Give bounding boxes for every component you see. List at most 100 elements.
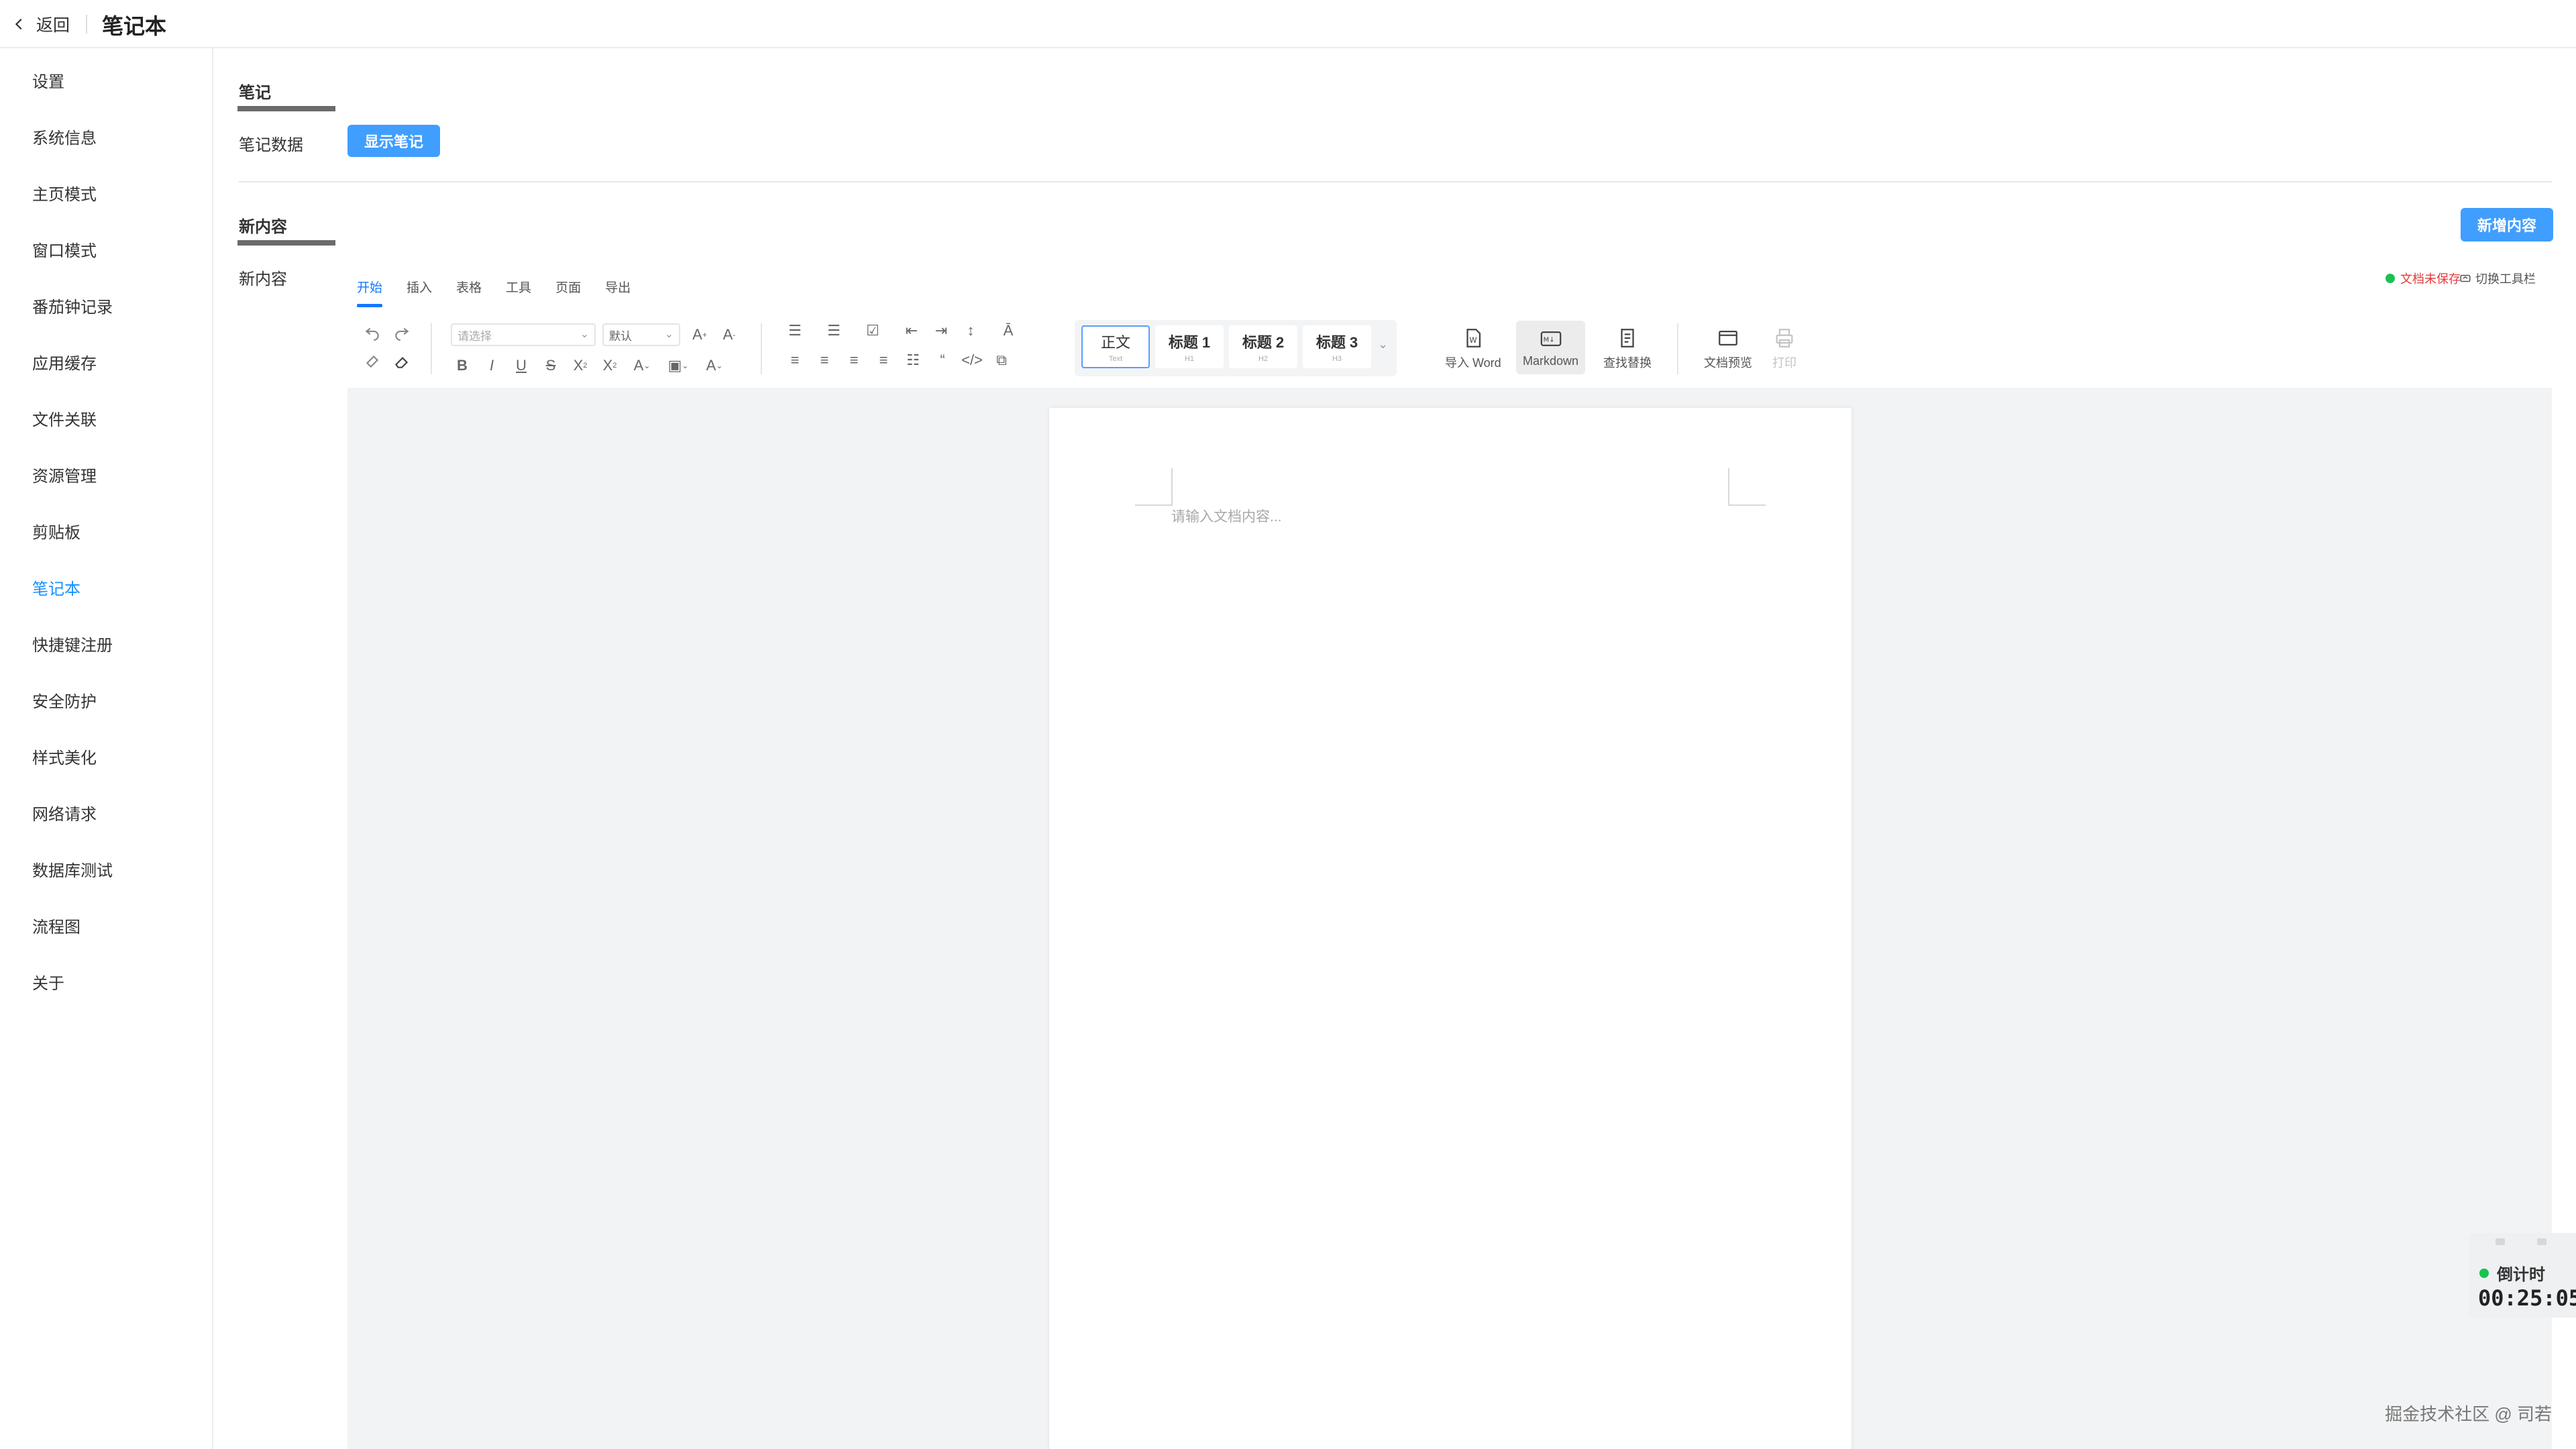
style-h1-title: 标题 1 [1168,334,1211,351]
align-justify-icon[interactable]: ≡ [872,349,895,372]
chevron-down-icon[interactable]: ⌄ [1378,337,1388,352]
top-bar: 返回 笔记本 [0,0,2576,48]
sidebar-item-pomodoro[interactable]: 番茄钟记录 [32,294,113,321]
tab-start[interactable]: 开始 [357,275,383,307]
preview-button[interactable]: 文档预览 [1704,327,1752,371]
code-icon[interactable]: </> [961,349,983,372]
subscript-icon[interactable]: X2 [569,354,592,377]
sidebar-item-resources[interactable]: 资源管理 [32,463,97,490]
sidebar-item-notebook[interactable]: 笔记本 [32,576,80,602]
back-button[interactable]: 返回 [12,12,70,36]
font-size-value: 默认 [609,329,632,343]
sidebar-item-network[interactable]: 网络请求 [32,801,97,828]
eraser-icon[interactable] [390,350,413,373]
font-size-select[interactable]: 默认 ⌄ [602,323,680,346]
bullet-list-icon[interactable]: ☰ [822,319,845,342]
import-word-label: 导入 Word [1445,356,1501,370]
style-text-sub: Text [1108,355,1123,363]
countdown-widget[interactable]: 倒计时 00:25:05 [2469,1233,2576,1318]
back-label: 返回 [36,15,70,35]
sidebar-item-settings[interactable]: 设置 [32,68,64,95]
quote-icon[interactable]: “ [931,349,954,372]
font-family-select[interactable]: 请选择 ⌄ [451,323,596,346]
sidebar: 设置 系统信息 主页模式 窗口模式 番茄钟记录 应用缓存 文件关联 资源管理 剪… [0,48,213,1449]
indent-decrease-icon[interactable]: ⇤ [900,319,923,342]
drag-handle-icon[interactable] [2496,1238,2505,1245]
preview-label: 文档预览 [1704,356,1752,370]
sidebar-item-clipboard[interactable]: 剪贴板 [32,519,80,546]
align-center-icon[interactable]: ≡ [813,349,836,372]
tab-tools[interactable]: 工具 [506,275,531,302]
sidebar-item-system-info[interactable]: 系统信息 [32,125,97,152]
sidebar-item-database[interactable]: 数据库测试 [32,857,113,884]
indent-increase-icon[interactable]: ⇥ [930,319,953,342]
toggle-toolbar-button[interactable]: 切换工具栏 [2459,268,2536,288]
font-grow-icon[interactable]: A + [688,323,711,346]
sidebar-item-shortcuts[interactable]: 快捷键注册 [32,632,113,659]
print-button[interactable]: 打印 [1772,327,1796,371]
sidebar-item-home-mode[interactable]: 主页模式 [32,181,97,208]
align-left-icon[interactable]: ≡ [784,349,806,372]
sidebar-item-window-mode[interactable]: 窗口模式 [32,237,97,264]
sidebar-item-styles[interactable]: 样式美化 [32,745,97,771]
markdown-button[interactable]: M↓ Markdown [1516,321,1586,374]
font-shrink-icon[interactable]: A- [718,323,741,346]
superscript-icon[interactable]: X2 [598,354,621,377]
format-painter-icon[interactable] [361,350,384,373]
drag-handle-icon[interactable] [2537,1238,2546,1245]
find-replace-button[interactable]: 查找替换 [1603,327,1652,371]
tab-page[interactable]: 页面 [555,275,581,302]
undo-icon[interactable] [361,321,384,343]
task-list-icon[interactable]: ☑ [861,319,884,342]
style-h2-sub: H2 [1258,355,1269,363]
page-title: 笔记本 [102,13,167,39]
font-family-placeholder: 请选择 [458,329,492,343]
sidebar-item-about[interactable]: 关于 [32,970,64,997]
highlight-icon[interactable]: ▣ ⌄ [667,354,690,377]
style-h3[interactable]: 标题 3 H3 [1303,325,1371,368]
margin-icon[interactable]: Ā [997,319,1020,342]
line-height-icon[interactable]: ↕ [959,319,982,342]
tab-insert[interactable]: 插入 [407,275,432,302]
underline-icon[interactable]: U [510,354,533,377]
svg-text:W: W [1469,335,1477,345]
find-replace-icon [1621,329,1634,347]
add-content-button[interactable]: 新增内容 [2461,208,2553,241]
notes-section-heading: 笔记 [239,83,271,102]
toggle-icon [2460,274,2471,282]
watermark: 掘金技术社区 @ 司若 [2385,1404,2552,1424]
style-h1[interactable]: 标题 1 H1 [1155,325,1224,368]
font-color-icon[interactable]: A ⌄ [631,354,653,377]
status-dot-icon [2479,1268,2489,1278]
bold-icon[interactable]: B [451,354,474,377]
align-distributed-icon[interactable]: ☷ [902,349,924,372]
new-content-underline [237,240,335,246]
style-h1-sub: H1 [1184,355,1195,363]
chevron-down-icon: ⌄ [664,329,674,340]
document-placeholder[interactable]: 请输入文档内容... [1171,506,1282,526]
sidebar-item-file-assoc[interactable]: 文件关联 [32,407,97,433]
sidebar-item-app-cache[interactable]: 应用缓存 [32,350,97,377]
find-replace-label: 查找替换 [1603,356,1652,370]
tab-table[interactable]: 表格 [456,275,482,302]
sidebar-item-security[interactable]: 安全防护 [32,688,97,715]
redo-icon[interactable] [390,321,413,343]
print-label: 打印 [1772,356,1796,370]
align-right-icon[interactable]: ≡ [843,349,865,372]
bg-color-icon[interactable]: A ⌄ [703,354,726,377]
strikethrough-icon[interactable]: S [539,354,562,377]
toolbar-separator [431,323,432,374]
select-all-icon[interactable]: ⧉ [990,349,1013,372]
style-gallery: 正文 Text 标题 1 H1 标题 2 H2 标题 3 H3 ⌄ [1075,320,1397,376]
import-word-button[interactable]: W 导入 Word [1445,327,1501,371]
tab-export[interactable]: 导出 [605,275,631,302]
show-notes-button[interactable]: 显示笔记 [347,125,440,157]
document-page[interactable] [1049,408,1851,1449]
save-status: 文档未保存 [2385,268,2461,288]
style-text[interactable]: 正文 Text [1081,325,1150,368]
preview-icon [1719,330,1737,346]
style-h2[interactable]: 标题 2 H2 [1229,325,1297,368]
sidebar-item-flowchart[interactable]: 流程图 [32,914,80,941]
italic-icon[interactable]: I [480,354,503,377]
ordered-list-icon[interactable]: ☰ [784,319,806,342]
